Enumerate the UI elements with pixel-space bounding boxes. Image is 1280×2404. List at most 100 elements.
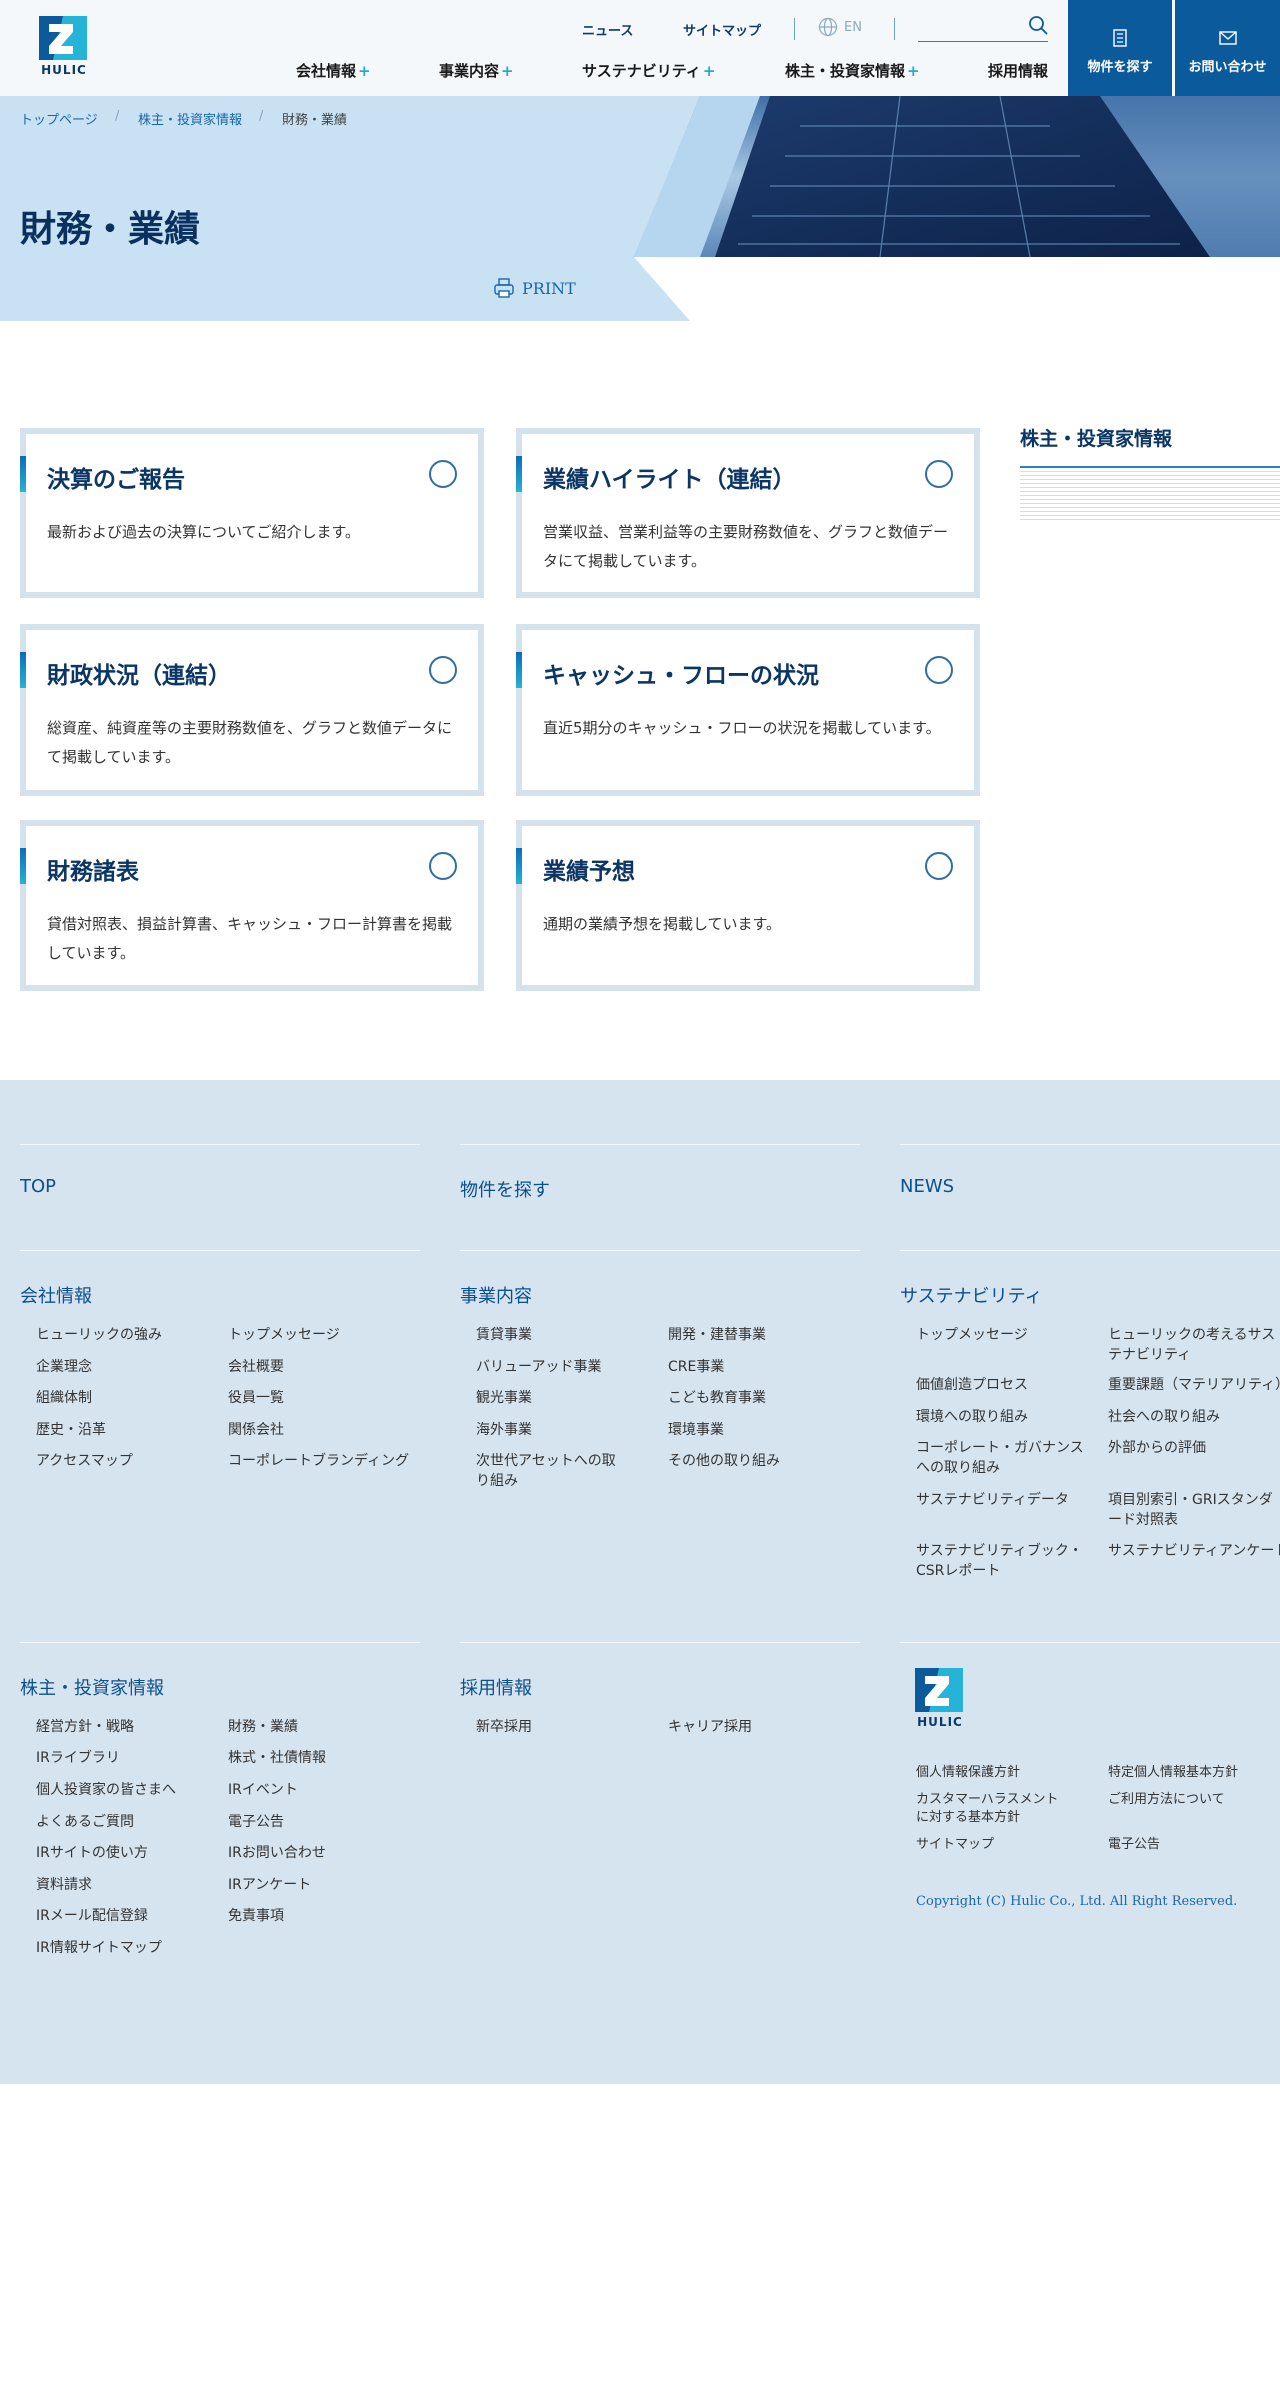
utility-link-news[interactable]: ニュース [582,20,633,39]
footer-link[interactable]: サステナビリティデータ [916,1490,1069,1510]
search-icon[interactable] [1028,15,1048,35]
footer-link[interactable]: 次世代アセットへの取り組み [476,1451,616,1491]
footer-link[interactable]: トップメッセージ [916,1325,1028,1345]
footer-link[interactable]: IRメール配信登録 [36,1906,148,1926]
footer-link[interactable]: IRサイトの使い方 [36,1843,148,1863]
nav-company[interactable]: 会社情報 + [296,60,371,81]
nav-recruit[interactable]: 採用情報 [988,60,1048,81]
footer-link[interactable]: CRE事業 [668,1357,724,1377]
property-search-button[interactable]: 物件を探す [1068,0,1172,96]
footer-link[interactable]: IRお問い合わせ [228,1843,326,1863]
utility-link-sitemap[interactable]: サイトマップ [683,20,761,39]
card-financial-results[interactable]: 決算のご報告 最新および過去の決算についてご紹介します。 [20,428,484,598]
footer-link[interactable]: 重要課題（マテリアリティ） [1108,1375,1280,1395]
footer-link-property[interactable]: 物件を探す [460,1176,550,1202]
card-title: 財務諸表 [47,859,139,885]
footer-link[interactable]: 役員一覧 [228,1388,284,1408]
footer-link[interactable]: IR情報サイトマップ [36,1938,162,1958]
footer-link[interactable]: バリューアッド事業 [476,1357,601,1377]
footer-link[interactable]: ヒューリックの強み [36,1325,162,1345]
footer-link[interactable]: コーポレートブランディング [228,1451,409,1471]
card-forecast[interactable]: 業績予想 通期の業績予想を掲載しています。 [516,820,980,991]
circle-arrow-icon [429,656,457,684]
footer-link[interactable]: 経営方針・戦略 [36,1717,134,1737]
sidebar-menu[interactable] [1020,466,1280,522]
breadcrumb-separator: / [115,109,120,124]
footer-legal-link[interactable]: カスタマーハラスメントに対する基本方針 [916,1791,1066,1827]
site-footer: TOP 物件を探す NEWS 会社情報 ヒューリックの強み トップメッセージ 企… [0,1080,1280,2084]
card-cash-flow[interactable]: キャッシュ・フローの状況 直近5期分のキャッシュ・フローの状況を掲載しています。 [516,624,980,796]
page-hero: トップページ / 株主・投資家情報 / 財務・業績 財務・業績 PRINT [0,96,1280,321]
card-description: 直近5期分のキャッシュ・フローの状況を掲載しています。 [543,719,941,737]
plus-icon: + [907,62,920,80]
print-label: PRINT [522,278,576,298]
footer-heading-company[interactable]: 会社情報 [20,1282,92,1308]
footer-link[interactable]: 電子公告 [228,1812,284,1832]
card-title: 業績ハイライト（連結） [543,467,796,493]
footer-link[interactable]: 組織体制 [36,1388,92,1408]
card-title: 業績予想 [543,859,635,885]
footer-link[interactable]: 項目別索引・GRIスタンダード対照表 [1108,1490,1280,1530]
footer-heading-sustainability[interactable]: サステナビリティ [900,1282,1043,1308]
footer-legal-link[interactable]: 特定個人情報基本方針 [1108,1764,1238,1782]
search-input[interactable] [918,12,1048,42]
footer-link[interactable]: 価値創造プロセス [916,1375,1028,1395]
footer-link[interactable]: 外部からの評価 [1108,1438,1206,1458]
footer-link-news[interactable]: NEWS [900,1176,954,1197]
footer-link[interactable]: 関係会社 [228,1420,284,1440]
footer-link[interactable]: よくあるご質問 [36,1812,134,1832]
footer-link[interactable]: IRイベント [228,1780,298,1800]
footer-link[interactable]: IRアンケート [228,1875,311,1895]
hulic-logo[interactable]: HULIC [38,16,90,80]
footer-link[interactable]: 株式・社債情報 [228,1748,326,1768]
footer-link[interactable]: こども教育事業 [668,1388,766,1408]
footer-link[interactable]: アクセスマップ [36,1451,133,1471]
card-description: 最新および過去の決算についてご紹介します。 [47,523,361,541]
footer-link[interactable]: トップメッセージ [228,1325,340,1345]
card-financial-statements[interactable]: 財務諸表 貸借対照表、損益計算書、キャッシュ・フロー計算書を掲載しています。 [20,820,484,991]
card-financial-position[interactable]: 財政状況（連結） 総資産、純資産等の主要財務数値を、グラフと数値データにて掲載し… [20,624,484,796]
footer-legal-link[interactable]: 個人情報保護方針 [916,1764,1020,1782]
footer-link[interactable]: 海外事業 [476,1420,532,1440]
footer-link[interactable]: 環境への取り組み [916,1407,1028,1427]
footer-link-top[interactable]: TOP [20,1176,56,1197]
footer-link[interactable]: 企業理念 [36,1357,92,1377]
footer-heading-business[interactable]: 事業内容 [460,1282,532,1308]
contact-button[interactable]: お問い合わせ [1175,0,1280,96]
footer-link[interactable]: 免責事項 [228,1906,284,1926]
footer-link[interactable]: その他の取り組み [668,1451,780,1471]
footer-legal-link[interactable]: ご利用方法について [1108,1791,1225,1809]
copyright: Copyright (C) Hulic Co., Ltd. All Right … [916,1894,1238,1909]
language-switch[interactable]: EN [818,17,862,37]
footer-link[interactable]: 社会への取り組み [1108,1407,1220,1427]
footer-heading-recruit[interactable]: 採用情報 [460,1674,532,1700]
footer-legal-link[interactable]: サイトマップ [916,1836,994,1854]
footer-link[interactable]: サステナビリティブック・CSRレポート [916,1541,1096,1581]
divider [460,1250,860,1251]
footer-link[interactable]: 新卒採用 [476,1717,532,1737]
footer-link[interactable]: 会社概要 [228,1357,284,1377]
breadcrumb-ir[interactable]: 株主・投資家情報 [138,109,242,128]
footer-link[interactable]: 観光事業 [476,1388,532,1408]
footer-legal-link[interactable]: 電子公告 [1108,1836,1160,1854]
print-button[interactable]: PRINT [492,276,576,300]
breadcrumb-top[interactable]: トップページ [20,109,98,128]
footer-link[interactable]: 環境事業 [668,1420,724,1440]
footer-link[interactable]: 歴史・沿革 [36,1420,106,1440]
footer-link[interactable]: コーポレート・ガバナンスへの取り組み [916,1438,1092,1478]
footer-link[interactable]: 財務・業績 [228,1717,298,1737]
nav-ir[interactable]: 株主・投資家情報 + [785,60,920,81]
nav-business[interactable]: 事業内容 + [439,60,514,81]
footer-heading-ir[interactable]: 株主・投資家情報 [20,1674,164,1700]
footer-link[interactable]: 開発・建替事業 [668,1325,766,1345]
footer-link[interactable]: ヒューリックの考えるサステナビリティ [1108,1325,1280,1365]
footer-link[interactable]: 賃貸事業 [476,1325,532,1345]
footer-link[interactable]: 個人投資家の皆さまへ [36,1780,176,1800]
card-highlights[interactable]: 業績ハイライト（連結） 営業収益、営業利益等の主要財務数値を、グラフと数値データ… [516,428,980,598]
footer-link[interactable]: 資料請求 [36,1875,92,1895]
footer-link[interactable]: サステナビリティアンケート [1108,1541,1280,1561]
nav-sustainability[interactable]: サステナビリティ + [582,60,715,81]
footer-logo[interactable]: HULIC [914,1668,966,1732]
footer-link[interactable]: キャリア採用 [668,1717,752,1737]
footer-link[interactable]: IRライブラリ [36,1748,120,1768]
